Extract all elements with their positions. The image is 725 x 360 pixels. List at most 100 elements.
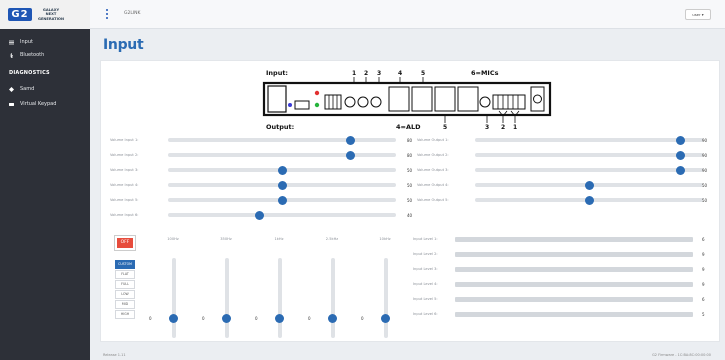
volume-row: Volume Output 5: 50 bbox=[417, 194, 714, 206]
eq-band: 1kHz 0 bbox=[254, 237, 304, 347]
sidebar-section-heading: DIAGNOSTICS bbox=[9, 70, 50, 76]
eq-band-slider[interactable] bbox=[331, 258, 335, 338]
user-menu-button[interactable]: user ▾ bbox=[685, 9, 711, 20]
diagram-mics-label: 6=MICs bbox=[471, 69, 499, 77]
volume-value: 40 bbox=[407, 212, 413, 218]
slider-handle[interactable] bbox=[584, 195, 594, 205]
slider-handle[interactable] bbox=[675, 135, 685, 145]
diagram-number: 5 bbox=[421, 70, 425, 77]
sidebar-item-label: Input bbox=[20, 39, 33, 45]
eq-band-slider[interactable] bbox=[172, 258, 176, 338]
level-value: 9 bbox=[702, 267, 705, 272]
volume-slider[interactable] bbox=[475, 195, 703, 205]
sidebar-item-virtual-keypad[interactable]: Virtual Keypad bbox=[9, 101, 56, 107]
slider-handle[interactable] bbox=[169, 314, 178, 323]
top-bar: G2LINK user ▾ bbox=[90, 0, 725, 29]
eq-preset-full[interactable]: FULL bbox=[115, 280, 135, 289]
eq-power-button[interactable]: OFF bbox=[115, 236, 135, 250]
eq-preset-custom[interactable]: CUSTOM bbox=[115, 260, 135, 269]
volume-slider[interactable] bbox=[168, 210, 396, 220]
volume-slider[interactable] bbox=[475, 165, 703, 175]
logo-mark: G2 bbox=[8, 8, 32, 21]
level-label: Input Level 2: bbox=[413, 252, 438, 256]
volume-slider[interactable] bbox=[168, 135, 396, 145]
volume-row: Volume Input 1: 80 bbox=[110, 134, 419, 146]
diagram-number: 1 bbox=[352, 70, 356, 77]
sliders-icon bbox=[9, 40, 14, 44]
level-meter bbox=[455, 237, 693, 242]
eq-band-label: 100Hz bbox=[167, 237, 179, 241]
level-label: Input Level 6: bbox=[413, 312, 438, 316]
volume-slider[interactable] bbox=[168, 195, 396, 205]
sidebar-item-bluetooth[interactable]: Bluetooth bbox=[9, 52, 44, 58]
diagram-output-label: Output: bbox=[266, 123, 294, 131]
diagram-input-label: Input: bbox=[266, 69, 288, 77]
sidebar-item-label: Virtual Keypad bbox=[20, 101, 57, 107]
slider-handle[interactable] bbox=[381, 314, 390, 323]
eq-band: 10kHz 0 bbox=[360, 237, 410, 347]
slider-handle[interactable] bbox=[277, 180, 287, 190]
volume-row: Volume Output 3: 90 bbox=[417, 164, 714, 176]
input-levels: Input Level 1: 6 Input Level 2: 9 Input Leve… bbox=[413, 234, 713, 344]
sidebar-item-input[interactable]: Input bbox=[9, 39, 33, 45]
volume-label: Volume Input 5: bbox=[110, 198, 139, 202]
volume-slider[interactable] bbox=[475, 135, 703, 145]
volume-value: 80 bbox=[407, 137, 413, 143]
volume-label: Volume Input 4: bbox=[110, 183, 139, 187]
volume-slider[interactable] bbox=[475, 180, 703, 190]
slider-handle[interactable] bbox=[675, 165, 685, 175]
eq-band-value: 0 bbox=[255, 316, 258, 321]
equalizer: OFF CUSTOM FLAT FULL LOW MID HIGH 100Hz 0 350Hz… bbox=[111, 221, 401, 343]
sidebar: G2 GALAXY NEXT GENERATION Input Bluetoot… bbox=[0, 0, 90, 360]
logo[interactable]: G2 GALAXY NEXT GENERATION bbox=[0, 0, 90, 29]
volume-value: 50 bbox=[702, 197, 708, 203]
volume-slider[interactable] bbox=[168, 150, 396, 160]
release-version: Release 1.11 bbox=[103, 353, 126, 357]
eq-band-label: 10kHz bbox=[379, 237, 391, 241]
eq-band-value: 0 bbox=[202, 316, 205, 321]
slider-handle[interactable] bbox=[345, 150, 355, 160]
slider-handle[interactable] bbox=[584, 180, 594, 190]
slider-handle[interactable] bbox=[254, 210, 264, 220]
volume-label: Volume Input 6: bbox=[110, 213, 139, 217]
slider-handle[interactable] bbox=[675, 150, 685, 160]
eq-band-value: 0 bbox=[308, 316, 311, 321]
eq-band-label: 2.5kHz bbox=[325, 237, 339, 241]
level-label: Input Level 1: bbox=[413, 237, 438, 241]
firmware-info: G2 Firmware - 1C:BA:8C:00:00:00 bbox=[652, 353, 711, 357]
sidebar-item-label: Samd bbox=[20, 86, 35, 92]
slider-handle[interactable] bbox=[277, 195, 287, 205]
eq-band-label: 350Hz bbox=[220, 237, 232, 241]
volume-value: 90 bbox=[702, 167, 708, 173]
slider-handle[interactable] bbox=[345, 135, 355, 145]
volume-row: Volume Input 4: 50 bbox=[110, 179, 419, 191]
diagram-ald-label: 4=ALD bbox=[396, 123, 421, 131]
volume-value: 50 bbox=[407, 167, 413, 173]
sidebar-item-samd[interactable]: Samd bbox=[9, 86, 34, 92]
slider-handle[interactable] bbox=[277, 165, 287, 175]
eq-band: 2.5kHz 0 bbox=[307, 237, 357, 347]
eq-preset-low[interactable]: LOW bbox=[115, 290, 135, 299]
eq-band-slider[interactable] bbox=[225, 258, 229, 338]
level-value: 6 bbox=[702, 297, 705, 302]
slider-handle[interactable] bbox=[222, 314, 231, 323]
eq-preset-flat[interactable]: FLAT bbox=[115, 270, 135, 279]
slider-handle[interactable] bbox=[275, 314, 284, 323]
volume-value: 90 bbox=[702, 137, 708, 143]
level-value: 9 bbox=[702, 252, 705, 257]
slider-handle[interactable] bbox=[328, 314, 337, 323]
diagram-number: 3 bbox=[485, 124, 489, 131]
footer: Release 1.11 G2 Firmware - 1C:BA:8C:00:0… bbox=[90, 348, 725, 360]
eq-preset-mid[interactable]: MID bbox=[115, 300, 135, 309]
eq-preset-high[interactable]: HIGH bbox=[115, 310, 135, 319]
diagram-number: 3 bbox=[377, 70, 381, 77]
level-row: Input Level 1: 6 bbox=[413, 234, 713, 245]
connector-diagram: Input: 6=MICs 1 2 3 4 5 1 Output: 4=ALD … bbox=[262, 69, 552, 131]
volume-slider[interactable] bbox=[168, 180, 396, 190]
menu-dots-icon[interactable] bbox=[105, 9, 108, 19]
volume-slider[interactable] bbox=[168, 165, 396, 175]
eq-band-slider[interactable] bbox=[384, 258, 388, 338]
level-row: Input Level 6: 5 bbox=[413, 309, 713, 320]
volume-slider[interactable] bbox=[475, 150, 703, 160]
eq-band-slider[interactable] bbox=[278, 258, 282, 338]
